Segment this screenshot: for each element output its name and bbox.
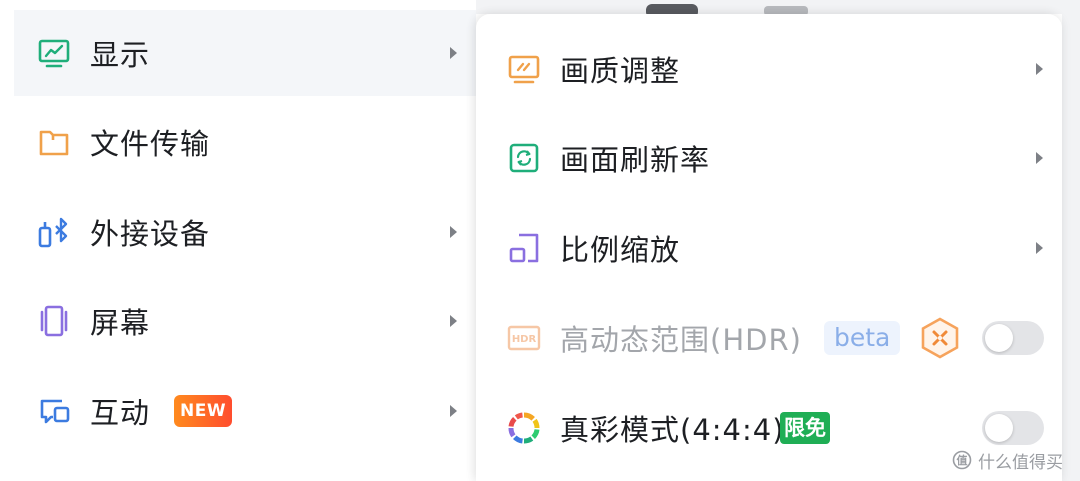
refresh-rate-icon (509, 143, 539, 173)
menu-item-file-transfer[interactable]: 文件传输 (14, 99, 476, 185)
smzdm-logo-icon: 值 (952, 450, 972, 470)
background-toolbar (476, 0, 1080, 18)
submenu-item-label: 画面刷新率 (560, 143, 711, 177)
beta-badge: beta (824, 321, 901, 355)
submenu-item-hdr[interactable]: HDR 高动态范围(HDR) beta (476, 294, 1062, 382)
chevron-right-icon (450, 405, 457, 417)
screen-icon (40, 305, 68, 337)
interaction-icon (40, 399, 70, 424)
submenu-item-label: 比例缩放 (560, 233, 681, 267)
chevron-right-icon (1036, 152, 1043, 164)
menu-item-label: 文件传输 (90, 127, 211, 161)
true-color-icon (508, 412, 540, 444)
menu-item-label: 互动 (90, 396, 151, 430)
limited-free-badge: 限免 (780, 412, 830, 444)
menu-item-label: 显示 (90, 38, 151, 72)
display-submenu: 画质调整 画面刷新率 比例缩放 HDR 高动态范围(HDR) beta 真彩模式… (476, 14, 1062, 481)
folder-icon (39, 130, 69, 156)
watermark: 值 什么值得买 (952, 448, 1063, 473)
submenu-item-scale[interactable]: 比例缩放 (476, 204, 1062, 292)
background-strip (1062, 0, 1080, 481)
display-settings-screen: 显示 文件传输 外接设备 屏幕 互动 NEW 画质调整 画面刷新率 比例缩放 H… (0, 0, 1080, 481)
menu-item-label: 屏幕 (90, 306, 151, 340)
menu-item-display[interactable]: 显示 (14, 10, 476, 96)
submenu-item-label: 高动态范围(HDR) (560, 323, 802, 357)
toggle-knob (985, 324, 1013, 352)
menu-item-screen[interactable]: 屏幕 (14, 278, 476, 364)
svg-text:值: 值 (957, 453, 968, 467)
submenu-item-label: 真彩模式(4:4:4) (560, 413, 785, 447)
toggle-knob (985, 414, 1013, 442)
vip-badge-icon (921, 317, 959, 359)
chevron-right-icon (450, 226, 457, 238)
submenu-item-picture-quality[interactable]: 画质调整 (476, 25, 1062, 113)
scale-icon (509, 233, 539, 263)
watermark-text: 什么值得买 (978, 452, 1063, 473)
svg-text:HDR: HDR (512, 334, 537, 345)
main-menu: 显示 文件传输 外接设备 屏幕 互动 NEW (0, 0, 476, 481)
submenu-item-label: 画质调整 (560, 54, 681, 88)
submenu-item-refresh-rate[interactable]: 画面刷新率 (476, 114, 1062, 202)
chevron-right-icon (450, 47, 457, 59)
menu-item-interaction[interactable]: 互动 NEW (14, 368, 476, 454)
chevron-right-icon (1036, 242, 1043, 254)
hdr-toggle[interactable] (982, 321, 1044, 355)
hdr-icon: HDR (507, 325, 541, 351)
new-badge: NEW (174, 395, 233, 427)
menu-item-external-devices[interactable]: 外接设备 (14, 189, 476, 275)
menu-item-label: 外接设备 (90, 217, 211, 251)
monitor-icon (38, 39, 70, 68)
chevron-right-icon (1036, 63, 1043, 75)
chevron-right-icon (450, 315, 457, 327)
bluetooth-device-icon (38, 217, 68, 248)
true-color-toggle[interactable] (982, 411, 1044, 445)
picture-quality-icon (508, 55, 540, 84)
